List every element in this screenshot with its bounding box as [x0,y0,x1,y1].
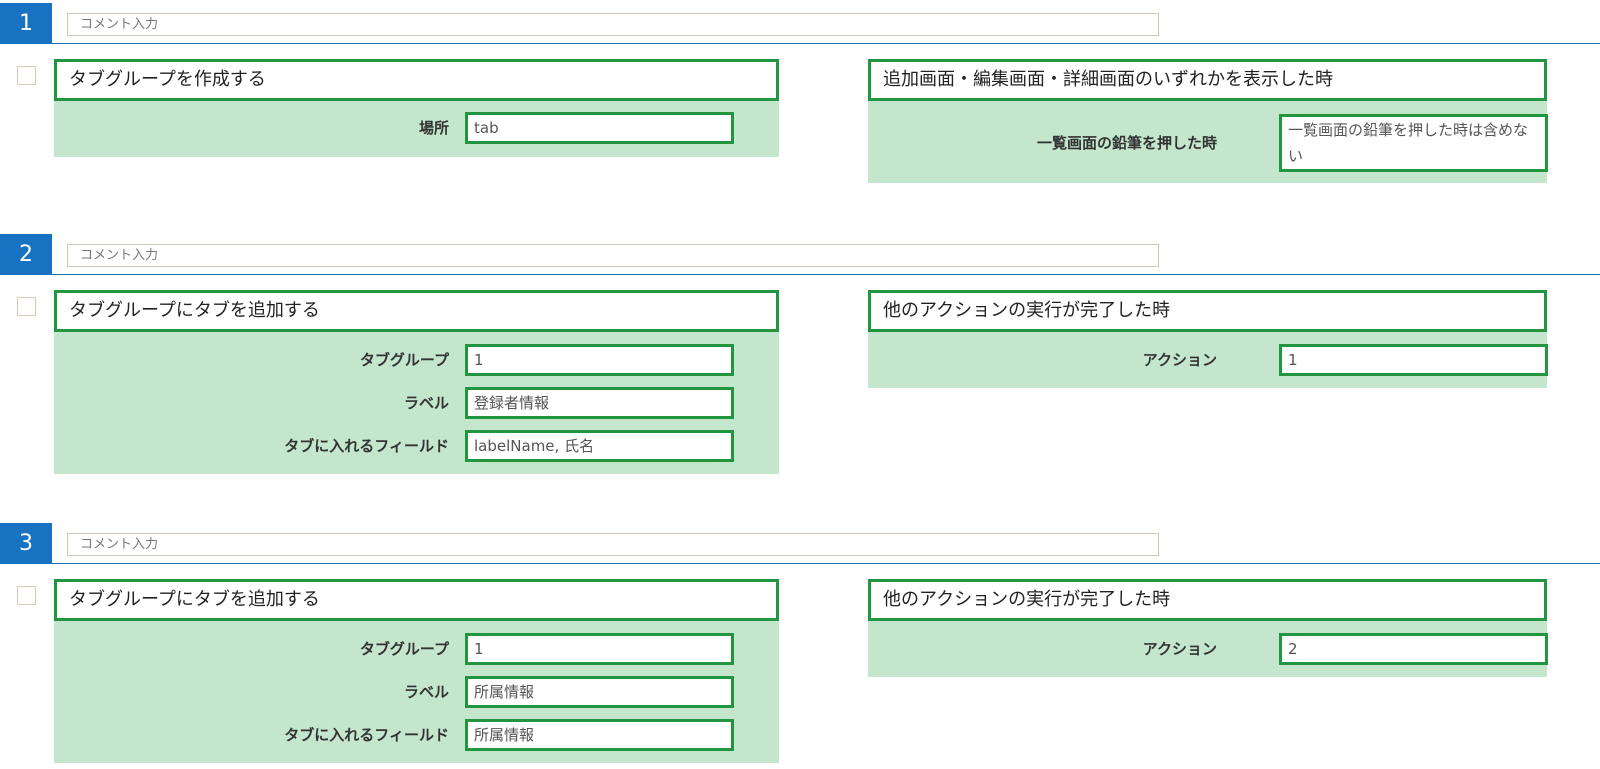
step-number-badge: 2 [0,234,52,275]
field-value-label[interactable]: 所属情報 [465,676,734,708]
trigger-panel: 他のアクションの実行が完了した時 アクション 2 [868,579,1548,677]
trigger-panel: 他のアクションの実行が完了した時 アクション 1 [868,290,1548,388]
step-checkbox[interactable] [17,66,36,85]
field-label-action: アクション [1142,351,1217,369]
field-value-tab-group[interactable]: 1 [465,344,734,376]
field-label-tab-group: タブグループ [359,640,449,658]
field-label-label: ラベル [403,394,449,412]
field-row: アクション 2 [868,633,1548,665]
field-value-tab-fields[interactable]: 所属情報 [465,719,734,751]
field-label-label: ラベル [403,683,449,701]
field-label-tab-group: タブグループ [359,351,449,369]
action-panel: タブグループを作成する 場所 tab [54,59,779,157]
action-title[interactable]: タブグループを作成する [54,59,779,101]
trigger-title[interactable]: 他のアクションの実行が完了した時 [868,579,1547,621]
step-header: 2 [0,234,1600,275]
field-row: アクション 1 [868,344,1548,376]
field-value-pencil[interactable]: 一覧画面の鉛筆を押した時は含めない [1279,114,1548,172]
step-number-badge: 1 [0,3,52,44]
field-value-tab-fields[interactable]: labelName, 氏名 [465,430,734,462]
field-row: タブグループ 1 [54,633,779,665]
field-row: 場所 tab [54,112,779,144]
field-label-pencil: 一覧画面の鉛筆を押した時 [1036,134,1217,152]
workflow-editor: 1 タブグループを作成する 場所 tab 追加画面・編集画面・詳細画面のいずれか… [0,0,1600,769]
field-row: ラベル 登録者情報 [54,387,779,419]
comment-input[interactable] [67,244,1159,267]
field-label-tab-fields: タブに入れるフィールド [284,437,449,455]
trigger-panel: 追加画面・編集画面・詳細画面のいずれかを表示した時 一覧画面の鉛筆を押した時 一… [868,59,1548,183]
field-label-location: 場所 [418,119,449,137]
field-value-tab-group[interactable]: 1 [465,633,734,665]
field-label-tab-fields: タブに入れるフィールド [284,726,449,744]
trigger-title[interactable]: 他のアクションの実行が完了した時 [868,290,1547,332]
field-row: タブに入れるフィールド 所属情報 [54,719,779,751]
field-value-action[interactable]: 1 [1279,344,1548,376]
step-checkbox[interactable] [17,586,36,605]
comment-input[interactable] [67,533,1159,556]
action-panel: タブグループにタブを追加する タブグループ 1 ラベル 所属情報 タブに入れるフ… [54,579,779,763]
comment-input[interactable] [67,13,1159,36]
field-value-action[interactable]: 2 [1279,633,1548,665]
field-value-label[interactable]: 登録者情報 [465,387,734,419]
field-row: ラベル 所属情報 [54,676,779,708]
field-row: 一覧画面の鉛筆を押した時 一覧画面の鉛筆を押した時は含めない [868,114,1548,172]
action-panel: タブグループにタブを追加する タブグループ 1 ラベル 登録者情報 タブに入れる… [54,290,779,474]
action-title[interactable]: タブグループにタブを追加する [54,290,779,332]
trigger-title[interactable]: 追加画面・編集画面・詳細画面のいずれかを表示した時 [868,59,1547,101]
field-label-action: アクション [1142,640,1217,658]
step-number-badge: 3 [0,523,52,564]
action-title[interactable]: タブグループにタブを追加する [54,579,779,621]
field-row: タブに入れるフィールド labelName, 氏名 [54,430,779,462]
field-value-location[interactable]: tab [465,112,734,144]
field-row: タブグループ 1 [54,344,779,376]
step-header: 1 [0,3,1600,44]
step-checkbox[interactable] [17,297,36,316]
step-header: 3 [0,523,1600,564]
